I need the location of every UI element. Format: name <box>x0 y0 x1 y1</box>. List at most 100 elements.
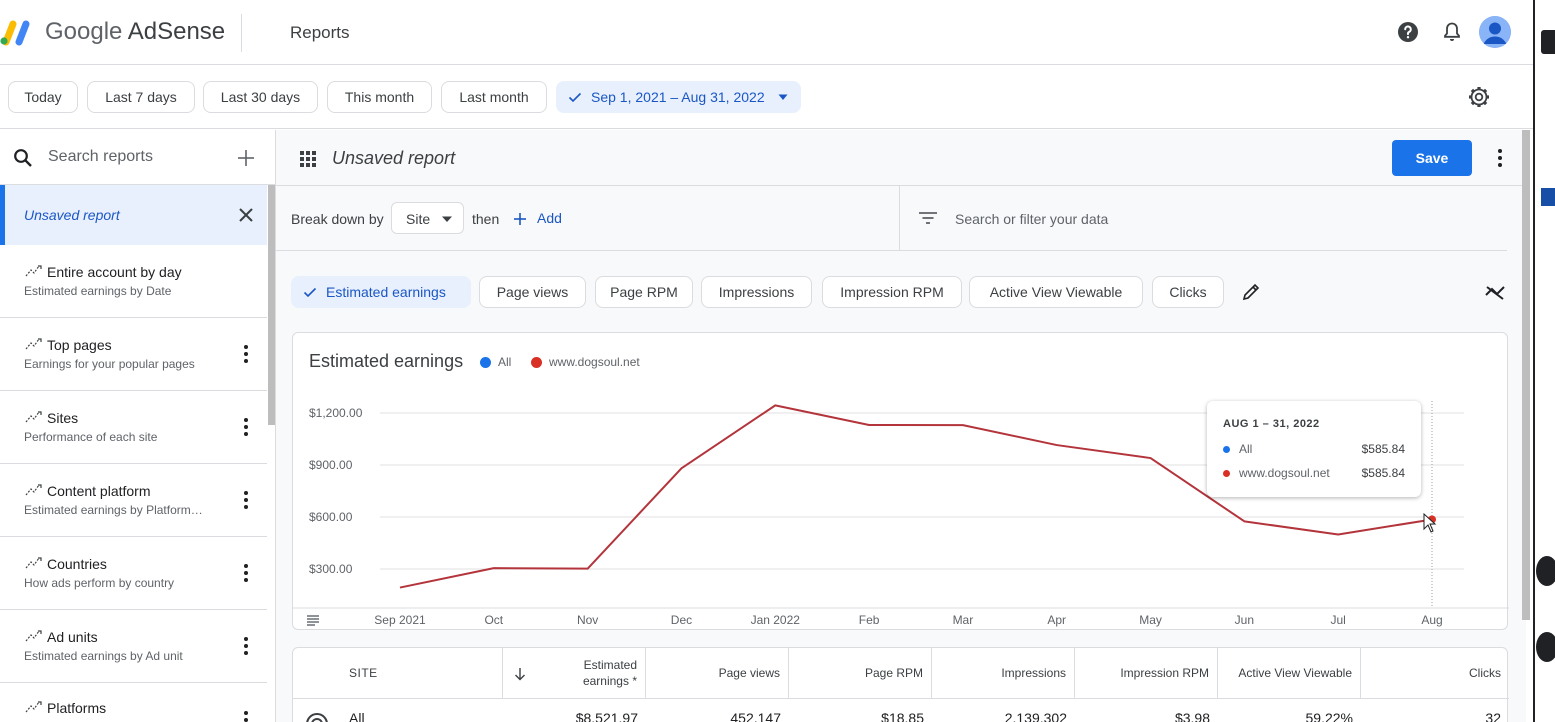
metric-chip-page-rpm[interactable]: Page RPM <box>595 276 693 308</box>
apps-grid-icon[interactable] <box>299 150 317 168</box>
x-tick-label: Apr <box>1047 613 1066 627</box>
add-report-plus-icon[interactable] <box>236 148 256 168</box>
more-vert-icon[interactable] <box>240 417 252 437</box>
report-title[interactable]: Unsaved report <box>332 148 455 169</box>
sidebar-item-subtitle: Estimated earnings by Platform… <box>24 503 203 517</box>
brand-name: Google AdSense <box>45 18 225 46</box>
notifications-bell-icon[interactable] <box>1440 20 1464 44</box>
breakdown-label: Break down by <box>291 211 384 227</box>
column-header-impression-rpm[interactable]: Impression RPM <box>1075 648 1218 698</box>
sparkline-icon <box>25 484 42 496</box>
column-header-estimated-earnings[interactable]: Estimated earnings * <box>503 648 646 698</box>
filter-list-icon <box>919 212 937 224</box>
y-tick-label: $900.00 <box>309 458 353 472</box>
metric-chip-impressions[interactable]: Impressions <box>701 276 812 308</box>
date-chip-last-7-days[interactable]: Last 7 days <box>87 81 195 113</box>
more-vert-icon[interactable] <box>240 490 252 510</box>
y-tick-label: $1,200.00 <box>309 406 363 420</box>
account-avatar[interactable] <box>1479 16 1511 48</box>
more-vert-icon[interactable] <box>240 563 252 583</box>
save-button[interactable]: Save <box>1392 140 1472 176</box>
panel-tab[interactable] <box>1541 30 1555 54</box>
sidebar-item-unsaved-report[interactable]: Unsaved report <box>0 185 267 245</box>
main-scrollbar[interactable] <box>1522 130 1530 620</box>
tooltip-series-name: www.dogsoul.net <box>1239 466 1330 480</box>
dropdown-caret-icon <box>778 94 788 100</box>
edit-pencil-icon[interactable] <box>1241 282 1261 302</box>
sidebar-item-countries[interactable]: Countries How ads perform by country <box>0 537 267 610</box>
filter-search-input[interactable]: Search or filter your data <box>955 211 1108 227</box>
table-cell-page-rpm: $18.85 <box>881 710 924 722</box>
sidebar-item-subtitle: Performance of each site <box>24 430 158 444</box>
date-chip-last-month[interactable]: Last month <box>441 81 547 113</box>
sidebar-item-top-pages[interactable]: Top pages Earnings for your popular page… <box>0 318 267 391</box>
chart-type-toggle-icon[interactable] <box>1484 282 1508 302</box>
page-title: Reports <box>290 23 350 42</box>
more-vert-icon[interactable] <box>240 636 252 656</box>
search-icon <box>14 149 32 167</box>
total-row-icon <box>306 713 328 722</box>
report-more-vert-icon[interactable] <box>1494 148 1506 168</box>
sidebar-item-platforms[interactable]: Platforms <box>0 683 267 722</box>
sidebar-item-subtitle: Estimated earnings by Ad unit <box>24 649 183 663</box>
more-vert-icon[interactable] <box>240 344 252 364</box>
panel-marker <box>1541 188 1555 206</box>
date-range-bar: Today Last 7 days Last 30 days This mont… <box>0 65 1533 129</box>
metric-chip-estimated-earnings[interactable]: Estimated earnings <box>291 276 471 308</box>
tooltip-dot <box>1223 446 1230 453</box>
metric-chip-clicks[interactable]: Clicks <box>1152 276 1224 308</box>
sidebar-item-content-platform[interactable]: Content platform Estimated earnings by P… <box>0 464 267 537</box>
data-table-toggle-icon[interactable] <box>306 614 320 626</box>
breakdown-dimension-select[interactable]: Site <box>391 202 464 234</box>
tooltip-title: AUG 1 – 31, 2022 <box>1223 418 1320 430</box>
column-header-page-rpm[interactable]: Page RPM <box>789 648 932 698</box>
date-chip-last-30-days[interactable]: Last 30 days <box>203 81 318 113</box>
search-reports-input[interactable]: Search reports <box>48 148 153 166</box>
report-main-area: Unsaved report Save Break down by Site t… <box>276 130 1526 722</box>
sidebar-item-title: Countries <box>47 556 107 572</box>
metric-chip-active-view-viewable[interactable]: Active View Viewable <box>969 276 1143 308</box>
overlay-side-panel <box>1533 0 1555 722</box>
panel-avatar[interactable] <box>1536 556 1555 586</box>
close-icon[interactable] <box>238 207 254 223</box>
x-tick-label: Jun <box>1235 613 1254 627</box>
sidebar-item-ad-units[interactable]: Ad units Estimated earnings by Ad unit <box>0 610 267 683</box>
sparkline-icon <box>25 338 42 350</box>
sidebar-item-sites[interactable]: Sites Performance of each site <box>0 391 267 464</box>
settings-gear-icon[interactable] <box>1467 85 1491 109</box>
active-report-label: Unsaved report <box>24 207 120 223</box>
sidebar-item-entire-account-by-day[interactable]: Entire account by day Estimated earnings… <box>0 245 267 318</box>
metric-chip-impression-rpm[interactable]: Impression RPM <box>822 276 962 308</box>
tooltip-dot <box>1223 470 1230 477</box>
sparkline-icon <box>25 557 42 569</box>
top-app-bar: Google AdSense Reports <box>0 0 1533 65</box>
x-tick-label: Aug <box>1421 613 1442 627</box>
sidebar-scrollbar[interactable] <box>268 185 275 425</box>
metric-chip-page-views[interactable]: Page views <box>479 276 586 308</box>
sidebar-item-subtitle: Estimated earnings by Date <box>24 284 172 298</box>
more-vert-icon[interactable] <box>240 710 252 722</box>
table-cell-estimated-earnings: $8,521.97 <box>575 710 638 722</box>
date-chip-this-month[interactable]: This month <box>327 81 432 113</box>
panel-avatar[interactable] <box>1536 632 1555 662</box>
date-chip-today[interactable]: Today <box>8 81 78 113</box>
sparkline-icon <box>25 630 42 642</box>
column-header-label: Estimated earnings * <box>582 658 637 688</box>
column-header-clicks[interactable]: Clicks <box>1361 648 1509 698</box>
column-header-impressions[interactable]: Impressions <box>932 648 1075 698</box>
column-header-active-view-viewable[interactable]: Active View Viewable <box>1218 648 1361 698</box>
tooltip-series-value: $585.84 <box>1361 442 1405 456</box>
x-tick-label: Sep 2021 <box>374 613 426 627</box>
column-header-site[interactable]: SITE <box>293 648 503 698</box>
table-cell-impression-rpm: $3.98 <box>1174 710 1210 722</box>
column-header-page-views[interactable]: Page views <box>646 648 789 698</box>
date-range-selector[interactable]: Sep 1, 2021 – Aug 31, 2022 <box>556 81 801 113</box>
brand-product: AdSense <box>127 18 226 45</box>
x-tick-label: Feb <box>859 613 880 627</box>
sidebar-item-title: Ad units <box>47 629 98 645</box>
report-data-table: SITE Estimated earnings * Page views Pag… <box>292 647 1509 722</box>
add-plus-icon[interactable] <box>512 211 528 227</box>
help-icon[interactable] <box>1396 20 1420 44</box>
x-tick-label: Dec <box>671 613 692 627</box>
add-breakdown-link[interactable]: Add <box>537 210 562 226</box>
